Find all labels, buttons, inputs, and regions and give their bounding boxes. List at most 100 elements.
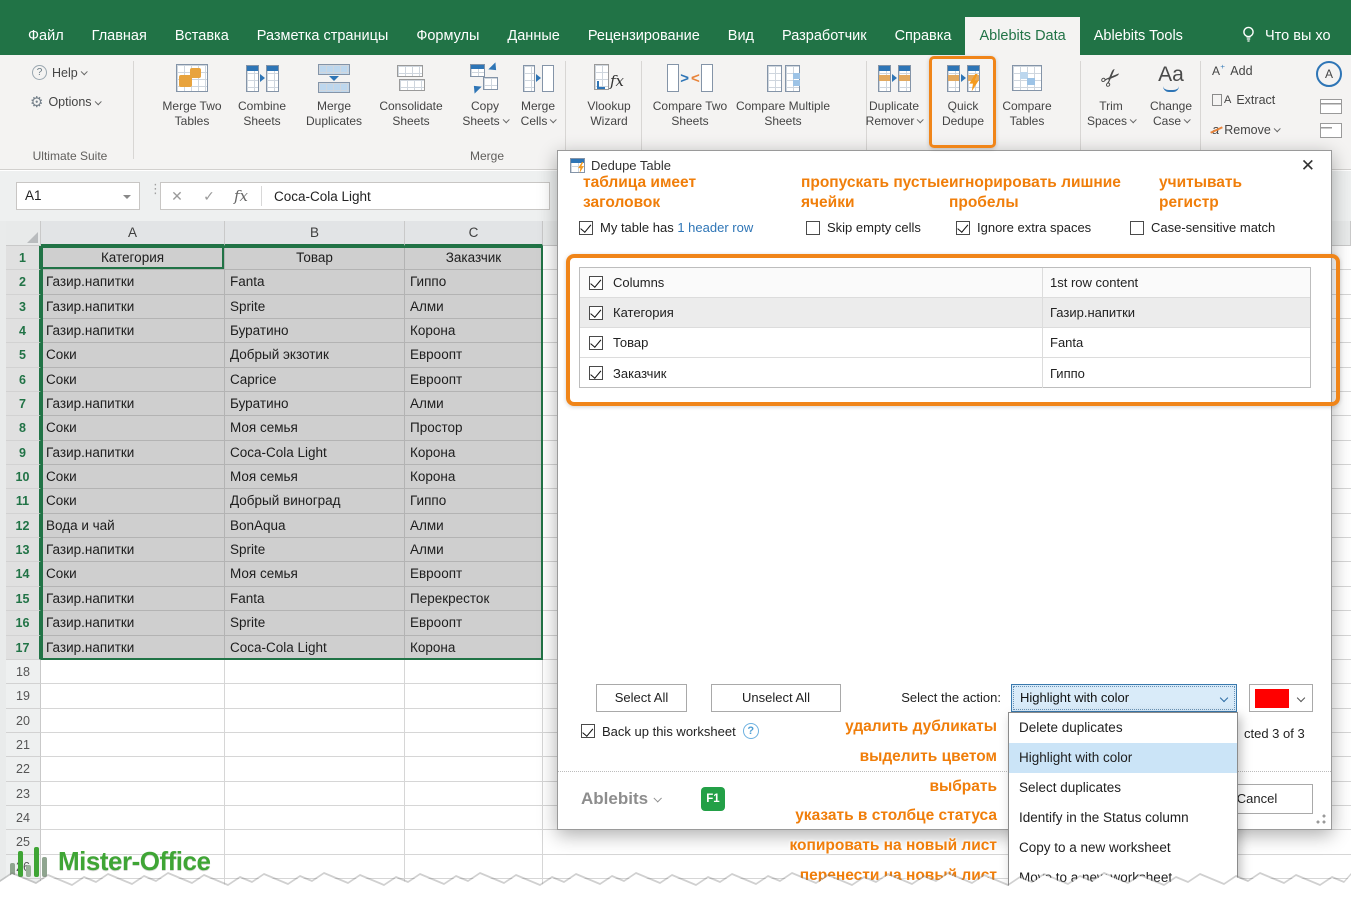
cell-col-c[interactable]: Алми [405,295,543,319]
row-header[interactable]: 27 [6,879,41,903]
cell-col-a[interactable] [41,733,225,757]
cell-col-b[interactable]: Sprite [225,538,405,562]
row-header[interactable]: 18 [6,660,41,684]
cell-col-c[interactable]: Алми [405,538,543,562]
menu-item[interactable]: Copy to a new worksheet [1009,833,1237,863]
cell-col-c[interactable]: Корона [405,465,543,489]
case-sensitive-checkbox[interactable]: Case-sensitive match [1130,220,1275,235]
cell-col-c[interactable] [405,709,543,733]
column-checkbox[interactable] [589,366,603,380]
unselect-all-button[interactable]: Unselect All [711,684,841,712]
row-header[interactable]: 6 [6,368,41,392]
cell-col-b[interactable] [225,757,405,781]
cell-col-b[interactable]: Coca-Cola Light [225,636,405,660]
cell-col-a[interactable] [41,709,225,733]
color-picker[interactable] [1249,684,1313,712]
copy-sheets-button[interactable]: Copy Sheets [457,60,513,128]
cell-col-c[interactable]: Корона [405,441,543,465]
cell-col-a[interactable] [41,806,225,830]
cell-col-c[interactable] [405,660,543,684]
cell-col-a[interactable]: Газир.напитки [41,587,225,611]
cell-col-b[interactable] [225,830,405,854]
merge-cells-button[interactable]: Merge Cells [513,60,563,128]
row-header[interactable]: 12 [6,514,41,538]
cell-col-a[interactable] [41,879,225,903]
column-header[interactable]: C [405,221,543,246]
cell-col-c[interactable]: Перекресток [405,587,543,611]
menu-item[interactable]: Identify in the Status column [1009,803,1237,833]
columns-table-row[interactable]: Заказчик Гиппо [580,358,1310,388]
cell-col-b[interactable]: Sprite [225,611,405,635]
cell-col-c[interactable] [405,733,543,757]
cell-col-c[interactable]: Корона [405,636,543,660]
row-header[interactable]: 7 [6,392,41,416]
circle-a-icon[interactable]: A [1316,61,1342,87]
cell-col-b[interactable]: Товар [225,246,405,270]
cell-col-c[interactable]: Евроопт [405,562,543,586]
cell-col-b[interactable] [225,709,405,733]
cell-col-a[interactable]: Соки [41,465,225,489]
row-header[interactable]: 11 [6,489,41,513]
cell-col-a[interactable] [41,660,225,684]
row-header[interactable]: 17 [6,636,41,660]
row-header[interactable]: 13 [6,538,41,562]
duplicate-remover-button[interactable]: Duplicate Remover [856,60,932,128]
merge-duplicates-button[interactable]: Merge Duplicates [296,60,372,128]
menu-item[interactable]: Select duplicates [1009,773,1237,803]
row-header[interactable]: 14 [6,562,41,586]
cell-col-a[interactable]: Газир.напитки [41,270,225,294]
cell-col-c[interactable]: Гиппо [405,270,543,294]
cell-col-b[interactable]: Моя семья [225,465,405,489]
compare-tables-button[interactable]: Compare Tables [995,60,1059,128]
row-header[interactable]: 10 [6,465,41,489]
extract-button[interactable]: A Extract [1212,93,1275,107]
row-header[interactable]: 19 [6,684,41,708]
menu-item[interactable]: Move to a new worksheet [1009,863,1237,893]
row-header[interactable]: 16 [6,611,41,635]
select-all-corner[interactable] [6,221,41,246]
row-header[interactable]: 22 [6,757,41,781]
ribbon-tab[interactable]: Ablebits Tools [1080,17,1197,55]
cell-col-b[interactable]: Буратино [225,319,405,343]
columns-table-row[interactable]: Товар Fanta [580,328,1310,358]
row-header[interactable]: 3 [6,295,41,319]
cell-col-b[interactable] [225,806,405,830]
resize-grip[interactable] [1316,814,1326,824]
ablebits-menu[interactable]: Ablebits [581,789,660,809]
ribbon-tab[interactable]: Разметка страницы [243,17,403,55]
backup-worksheet-checkbox[interactable]: Back up this worksheet ? [581,723,759,739]
cell-col-a[interactable]: Вода и чай [41,514,225,538]
cell-col-b[interactable] [225,855,405,879]
cell-col-b[interactable] [225,733,405,757]
add-button[interactable]: A⁺ Add [1212,64,1253,78]
cell-col-a[interactable]: Соки [41,343,225,367]
tell-me-box[interactable]: Что вы хо [1241,17,1331,55]
cell-col-a[interactable]: Газир.напитки [41,295,225,319]
columns-table-row[interactable]: Категория Газир.напитки [580,298,1310,328]
cell-col-c[interactable]: Евроопт [405,611,543,635]
ribbon-tab[interactable]: Ablebits Data [965,17,1079,55]
cell-col-b[interactable] [225,684,405,708]
consolidate-sheets-button[interactable]: Consolidate Sheets [371,60,451,128]
cell-col-a[interactable]: Газир.напитки [41,441,225,465]
trim-spaces-button[interactable]: ✂ Trim Spaces [1080,60,1142,128]
cell-col-c[interactable]: Гиппо [405,489,543,513]
cell-col-a[interactable]: Категория [41,246,225,270]
cell-col-b[interactable]: Буратино [225,392,405,416]
confirm-entry-icon[interactable]: ✓ [193,188,225,205]
change-case-button[interactable]: Aa Change Case [1142,60,1200,128]
cell-col-c[interactable]: Корона [405,319,543,343]
row-header[interactable]: 2 [6,270,41,294]
cell-col-a[interactable]: Газир.напитки [41,392,225,416]
close-icon[interactable]: ✕ [1301,157,1315,174]
cell-col-b[interactable] [225,660,405,684]
cell-col-b[interactable]: BonAqua [225,514,405,538]
my-table-has-header-checkbox[interactable]: My table has 1 header row [579,220,753,235]
cell-col-a[interactable] [41,757,225,781]
row-header[interactable]: 4 [6,319,41,343]
cell-col-b[interactable]: Добрый экзотик [225,343,405,367]
row-header[interactable]: 1 [6,246,41,270]
row-header[interactable]: 5 [6,343,41,367]
name-box[interactable]: A1 [16,182,140,210]
vlookup-wizard-button[interactable]: fx Vlookup Wizard [579,60,639,128]
